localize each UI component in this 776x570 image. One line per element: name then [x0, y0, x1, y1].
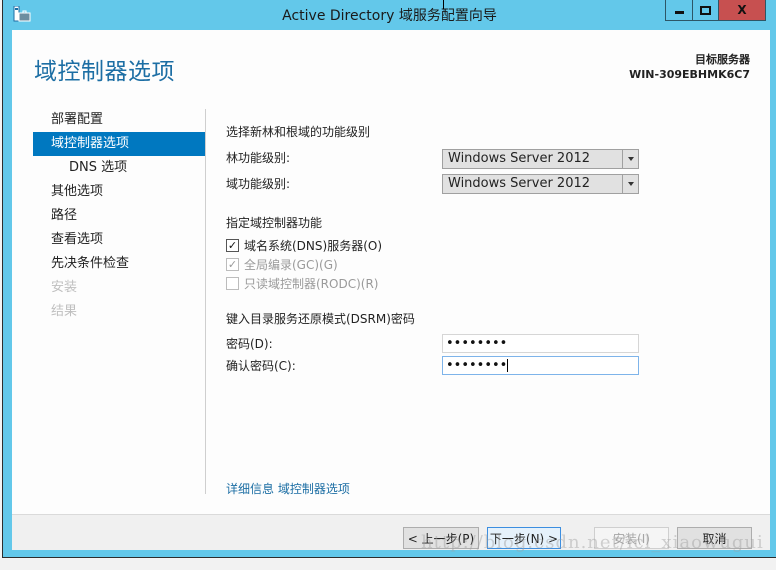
rodc-checkbox	[226, 276, 239, 290]
functional-level-heading: 选择新林和根域的功能级别	[226, 125, 371, 139]
wizard-steps-nav: 部署配置 域控制器选项 DNS 选项 其他选项 路径 查看选项 先决条件检查 安…	[33, 108, 205, 324]
window-controls: X	[665, 0, 766, 21]
target-server-name: WIN-309EBHMK6C7	[629, 68, 750, 81]
forest-level-label: 林功能级别:	[226, 151, 291, 165]
nav-item-additional-options[interactable]: 其他选项	[33, 180, 205, 204]
nav-item-prerequisites-check[interactable]: 先决条件检查	[33, 252, 205, 276]
confirm-password-value: ••••••••	[446, 358, 508, 373]
chevron-down-icon[interactable]	[622, 150, 638, 168]
rodc-checkbox-row: 只读域控制器(RODC)(R)	[226, 274, 378, 292]
more-info-link[interactable]: 详细信息 域控制器选项	[226, 480, 350, 497]
confirm-password-label: 确认密码(C):	[226, 359, 296, 373]
global-catalog-checkbox: ✓	[226, 257, 239, 271]
nav-item-deployment-config[interactable]: 部署配置	[33, 108, 205, 132]
confirm-password-field[interactable]: ••••••••	[442, 356, 639, 375]
domain-level-dropdown[interactable]: Windows Server 2012	[442, 174, 639, 194]
nav-item-paths[interactable]: 路径	[33, 204, 205, 228]
password-value: ••••••••	[446, 336, 508, 351]
dsrm-heading: 键入目录服务还原模式(DSRM)密码	[226, 312, 415, 326]
nav-item-dc-options[interactable]: 域控制器选项	[33, 132, 205, 156]
page-title: 域控制器选项	[34, 59, 175, 85]
dns-server-checkbox-row[interactable]: ✓ 域名系统(DNS)服务器(O)	[226, 236, 382, 254]
watermark-text: http://blog.csdn.net/lcl_xiaowugui	[421, 532, 764, 553]
domain-level-label: 域功能级别:	[226, 177, 291, 191]
password-field[interactable]: ••••••••	[442, 334, 639, 353]
text-caret	[507, 359, 509, 372]
wizard-client-area: 域控制器选项 目标服务器 WIN-309EBHMK6C7 部署配置 域控制器选项…	[12, 30, 770, 550]
forest-level-dropdown[interactable]: Windows Server 2012	[442, 149, 639, 169]
global-catalog-checkbox-row: ✓ 全局编录(GC)(G)	[226, 255, 338, 273]
maximize-icon	[700, 5, 711, 15]
nav-item-results: 结果	[51, 304, 78, 319]
nav-item-installation: 安装	[51, 280, 78, 295]
chevron-down-icon[interactable]	[622, 175, 638, 193]
window-title: Active Directory 域服务配置向导	[282, 8, 497, 24]
nav-item-review-options[interactable]: 查看选项	[33, 228, 205, 252]
global-catalog-label: 全局编录(GC)(G)	[244, 257, 338, 272]
wizard-window: Active Directory 域服务配置向导 X 域控制器选项 目标服务器 …	[2, 0, 776, 558]
dc-capabilities-heading: 指定域控制器功能	[226, 216, 323, 230]
minimize-icon	[674, 11, 684, 14]
dns-server-label: 域名系统(DNS)服务器(O)	[244, 238, 383, 253]
close-button[interactable]: X	[719, 0, 765, 20]
target-server-label: 目标服务器	[695, 53, 750, 66]
title-bar[interactable]: Active Directory 域服务配置向导 X	[3, 0, 776, 29]
minimize-button[interactable]	[666, 0, 693, 20]
mouse-cursor-icon	[443, 0, 444, 9]
target-server: 目标服务器 WIN-309EBHMK6C7	[629, 52, 750, 82]
rodc-label: 只读域控制器(RODC)(R)	[244, 276, 379, 291]
dns-server-checkbox[interactable]: ✓	[226, 238, 239, 252]
nav-item-dns-options[interactable]: DNS 选项	[33, 156, 205, 180]
password-label: 密码(D):	[226, 337, 273, 351]
maximize-button[interactable]	[693, 0, 719, 20]
desktop-background-strip	[0, 559, 776, 570]
close-icon: X	[737, 3, 747, 17]
domain-level-value: Windows Server 2012	[448, 176, 591, 191]
nav-divider	[205, 109, 206, 494]
forest-level-value: Windows Server 2012	[448, 151, 591, 166]
